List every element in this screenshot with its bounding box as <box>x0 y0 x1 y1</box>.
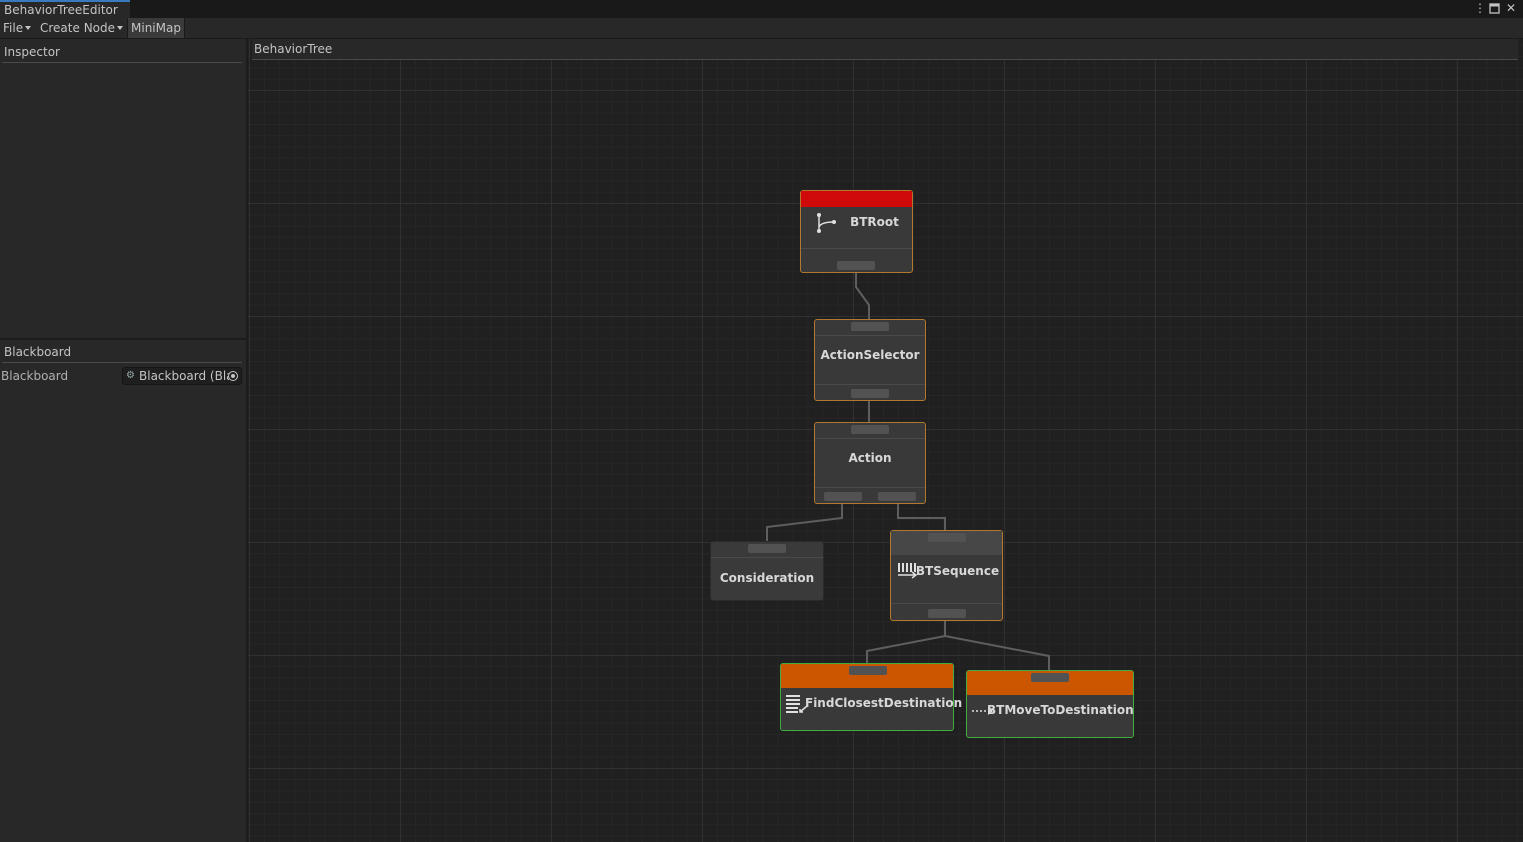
node-title: Action <box>848 451 892 465</box>
file-menu-label: File <box>3 21 24 35</box>
left-panel: Inspector Blackboard Blackboard ⚙ Blackb… <box>0 39 248 842</box>
node-divider <box>801 248 912 249</box>
node-findclosestdestination[interactable]: FindClosestDestination <box>780 663 963 731</box>
node-divider <box>711 557 823 558</box>
title-bar: BehaviorTreeEditor ⋮ ✕ <box>0 0 1523 18</box>
create-node-menu[interactable]: Create Node <box>37 18 126 38</box>
window-tab[interactable]: BehaviorTreeEditor <box>0 0 130 18</box>
input-port[interactable] <box>851 322 889 331</box>
object-picker-icon[interactable] <box>228 371 238 381</box>
blackboard-object-field[interactable]: ⚙ Blackboard (Bla <box>122 367 242 385</box>
inspector-header: Inspector <box>2 42 242 63</box>
chevron-down-icon <box>117 26 124 30</box>
graph-header: BehaviorTree <box>252 39 1518 60</box>
output-port[interactable] <box>851 389 889 398</box>
node-btmovetodestination[interactable]: BTMoveToDestination <box>966 670 1134 738</box>
node-title: Consideration <box>719 571 815 585</box>
node-title: BTRoot <box>850 215 899 229</box>
node-btsequence[interactable]: BTSequence <box>890 530 1003 621</box>
edge-root-selector <box>855 273 870 320</box>
file-menu[interactable]: File <box>0 18 34 38</box>
panel-divider[interactable] <box>0 338 246 340</box>
maximize-icon[interactable] <box>1489 0 1500 18</box>
maximize-icon-shape <box>1489 3 1500 14</box>
output-port[interactable] <box>928 609 966 618</box>
close-icon[interactable]: ✕ <box>1506 0 1516 18</box>
input-port[interactable] <box>928 533 966 542</box>
minimap-toggle[interactable]: MiniMap <box>127 18 185 38</box>
input-port[interactable] <box>1031 673 1069 682</box>
node-title: BTSequence <box>915 564 1000 578</box>
create-node-menu-label: Create Node <box>40 21 116 35</box>
node-divider <box>815 438 925 439</box>
input-port[interactable] <box>851 425 889 434</box>
input-port[interactable] <box>849 666 887 675</box>
graph-view[interactable]: BehaviorTree BTRoot ActionSelector Actio… <box>248 39 1523 842</box>
node-consideration[interactable]: Consideration <box>710 541 824 601</box>
chevron-down-icon <box>25 26 32 30</box>
node-divider <box>815 487 925 488</box>
output-port-considerations[interactable] <box>824 492 862 501</box>
node-title: FindClosestDestination <box>805 696 963 710</box>
node-divider <box>815 335 925 336</box>
node-status-band <box>801 191 912 207</box>
input-port[interactable] <box>748 544 786 553</box>
output-port-action[interactable] <box>878 492 916 501</box>
output-port[interactable] <box>837 261 875 270</box>
node-btroot[interactable]: BTRoot <box>800 190 913 273</box>
blackboard-field-value: Blackboard (Bla <box>139 369 229 383</box>
node-title: ActionSelector <box>820 348 920 362</box>
more-options-icon[interactable]: ⋮ <box>1474 0 1486 18</box>
node-divider <box>891 603 1002 604</box>
node-title: BTMoveToDestination <box>987 703 1134 717</box>
blackboard-field-label: Blackboard <box>1 369 69 383</box>
edge-action-sequence <box>897 504 946 531</box>
edge-sequence-move <box>944 635 1050 671</box>
scriptable-object-icon: ⚙ <box>126 370 135 381</box>
edge-action-consideration <box>766 504 843 542</box>
menu-bar: File Create Node MiniMap <box>0 18 1523 39</box>
node-action[interactable]: Action <box>814 422 926 504</box>
blackboard-header: Blackboard <box>2 342 242 363</box>
edge-sequence-find <box>866 621 946 664</box>
node-divider <box>815 384 925 385</box>
node-actionselector[interactable]: ActionSelector <box>814 319 926 401</box>
